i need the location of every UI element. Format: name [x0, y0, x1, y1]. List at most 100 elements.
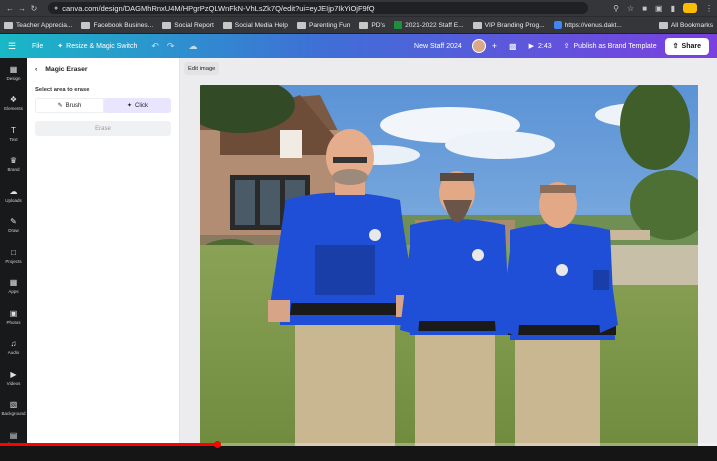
puzzle-icon[interactable]: ▣ — [655, 4, 663, 13]
rail-elements[interactable]: ❖ Elements — [0, 89, 27, 120]
folder-icon — [359, 21, 369, 29]
bookmark-8[interactable]: https://venus.dakt... — [553, 21, 622, 29]
site-info-icon[interactable]: ● — [54, 5, 58, 12]
shapes-icon: ❖ — [9, 95, 18, 105]
brush-option[interactable]: ✎ Brush — [35, 98, 104, 113]
present-button[interactable]: ▶ 2:43 — [528, 42, 552, 51]
photo-illustration — [200, 85, 698, 461]
cursor-click-icon: ✦ — [126, 103, 133, 109]
address-bar[interactable]: ● canva.com/design/DAGMhRnxU4M/HPgrPzQLW… — [48, 2, 588, 14]
document-title[interactable]: New Staff 2024 — [414, 43, 462, 50]
edit-image-button[interactable]: Edit image — [184, 62, 220, 75]
folder-icon — [162, 21, 172, 29]
rail-label: Design — [6, 75, 21, 81]
rail-label: Videos — [6, 380, 21, 386]
video-icon: ▶ — [10, 369, 17, 379]
url-text: canva.com/design/DAGMhRnxU4M/HPgrPzQLWnF… — [62, 3, 375, 13]
rail-brand[interactable]: ♛ Brand — [0, 150, 27, 181]
rail-draw[interactable]: ✎ Draw — [0, 211, 27, 242]
folder-icon: □ — [11, 247, 16, 257]
file-menu[interactable]: File — [32, 43, 43, 50]
bookmark-6[interactable]: 2021-2022 Staff E... — [394, 21, 464, 29]
play-icon: ▶ — [528, 43, 534, 50]
resize-label: Resize & Magic Switch — [66, 42, 138, 50]
rail-label: Background — [1, 411, 26, 417]
select-area-label: Select area to erase — [35, 87, 90, 93]
cloud-save-icon[interactable]: ☁ — [188, 41, 197, 52]
cloud-upload-icon: ☁ — [9, 186, 18, 196]
panel-title: Magic Eraser — [45, 65, 88, 73]
add-collaborator-icon[interactable]: + — [492, 41, 497, 51]
menu-icon[interactable]: ☰ — [8, 41, 18, 52]
search-icon[interactable]: ⚲ — [613, 4, 619, 13]
rail-label: Elements — [4, 106, 23, 112]
music-icon: ♫ — [10, 339, 17, 349]
back-icon[interactable]: ← — [4, 4, 16, 13]
video-progress-fill — [0, 443, 218, 446]
stack-icon: ▤ — [9, 430, 18, 440]
staff-photo[interactable] — [200, 85, 698, 461]
rail-text[interactable]: T Text — [0, 119, 27, 150]
rail-label: Draw — [8, 228, 19, 234]
screen: ← → ↻ ● canva.com/design/DAGMhRnxU4M/HPg… — [0, 0, 717, 461]
folder-icon — [81, 21, 91, 29]
share-button[interactable]: ⇧ Share — [664, 37, 709, 55]
bookmark-1[interactable]: Facebook Busines... — [81, 21, 153, 29]
pattern-icon: ▧ — [9, 400, 18, 410]
sidebar-icon[interactable]: ▮ — [671, 4, 675, 13]
rail-label: Uploads — [5, 197, 22, 203]
insights-icon[interactable]: ▩ — [509, 42, 517, 51]
pen-icon: ✎ — [10, 217, 17, 227]
profile-chip[interactable] — [683, 3, 697, 13]
crown-icon: ♛ — [9, 156, 18, 166]
erase-button[interactable]: Erase — [35, 121, 171, 136]
bookmark-label: Social Media Help — [234, 21, 288, 29]
bookmark-label: PD's — [371, 21, 386, 29]
folder-icon — [472, 21, 482, 29]
extension-icon[interactable]: ■ — [642, 4, 647, 13]
bookmark-3[interactable]: Social Media Help — [222, 21, 288, 29]
bookmark-label: Social Report — [174, 21, 214, 29]
rail-label: Projects — [5, 258, 22, 264]
bookmark-label: Teacher Apprecia... — [16, 21, 73, 29]
undo-icon[interactable]: ↶ — [151, 41, 159, 52]
text-icon: T — [11, 125, 16, 135]
rail-background[interactable]: ▧ Background — [0, 394, 27, 425]
rail-projects[interactable]: □ Projects — [0, 241, 27, 272]
reload-icon[interactable]: ↻ — [28, 4, 40, 13]
folder-icon — [222, 21, 232, 29]
rail-photos[interactable]: ▣ Photos — [0, 302, 27, 333]
rail-label: Photos — [6, 319, 21, 325]
redo-icon[interactable]: ↷ — [167, 41, 175, 52]
bookmark-4[interactable]: Parenting Fun — [296, 21, 350, 29]
rail-apps[interactable]: ▦ Apps — [0, 272, 27, 303]
rail-uploads[interactable]: ☁ Uploads — [0, 180, 27, 211]
folder-icon — [658, 21, 668, 29]
bookmark-0[interactable]: Teacher Apprecia... — [4, 21, 73, 29]
back-icon[interactable]: ‹ — [35, 66, 37, 73]
bookmark-2[interactable]: Social Report — [162, 21, 214, 29]
resize-button[interactable]: ✦ Resize & Magic Switch — [57, 42, 138, 51]
rail-audio[interactable]: ♫ Audio — [0, 333, 27, 364]
rail-label: Brand — [7, 167, 20, 173]
video-scrubber-handle[interactable] — [213, 441, 221, 448]
star-icon[interactable]: ☆ — [627, 4, 634, 13]
click-option[interactable]: ✦ Click — [104, 98, 171, 113]
bookmark-5[interactable]: PD's — [359, 21, 386, 29]
publish-button[interactable]: ⇪ Publish as Brand Template — [563, 42, 657, 51]
rail-videos[interactable]: ▶ Videos — [0, 363, 27, 394]
sparkle-icon: ✦ — [57, 43, 64, 50]
apps-icon: ▦ — [9, 278, 18, 288]
video-controls-strip — [0, 446, 717, 461]
editor-toolbar: ☰ File ✦ Resize & Magic Switch ↶ ↷ ☁ New … — [0, 34, 717, 58]
upload-icon: ⇪ — [563, 43, 570, 50]
avatar[interactable] — [471, 39, 486, 53]
all-bookmarks[interactable]: All Bookmarks — [658, 21, 713, 29]
video-progress-bar[interactable] — [0, 441, 717, 448]
rail-design[interactable]: ▦ Design — [0, 58, 27, 89]
brush-label: Brush — [65, 102, 82, 109]
forward-icon[interactable]: → — [16, 4, 28, 13]
bookmark-7[interactable]: VIP Branding Prog... — [472, 21, 545, 29]
menu-icon[interactable]: ⋮ — [705, 4, 713, 13]
site-icon — [553, 21, 562, 29]
